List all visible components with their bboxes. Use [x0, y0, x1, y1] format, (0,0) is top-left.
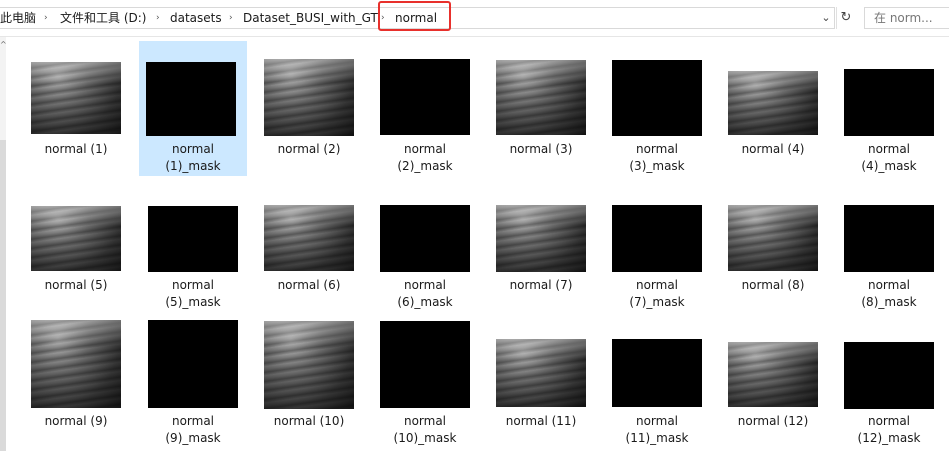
mask-thumbnail[interactable] — [612, 205, 702, 272]
file-name[interactable]: normal — [139, 141, 247, 158]
file-name[interactable]: normal (2) — [255, 141, 363, 158]
file-name[interactable]: normal — [371, 413, 479, 430]
ultrasound-thumbnail[interactable] — [264, 59, 354, 136]
file-name[interactable]: normal (12) — [719, 413, 827, 430]
file-name[interactable]: normal — [835, 141, 943, 158]
mask-thumbnail[interactable] — [380, 321, 470, 408]
file-name-line2[interactable]: (4)_mask — [835, 158, 943, 175]
breadcrumb-separator[interactable]: › — [44, 8, 48, 28]
file-name[interactable]: normal — [603, 141, 711, 158]
file-name[interactable]: normal (1) — [22, 141, 130, 158]
mask-thumbnail[interactable] — [380, 59, 470, 135]
chevron-up-icon[interactable]: ^ — [0, 40, 7, 49]
file-name[interactable]: normal — [139, 413, 247, 430]
file-name[interactable]: normal (9) — [22, 413, 130, 430]
file-name[interactable]: normal — [371, 141, 479, 158]
file-name-line2[interactable]: (6)_mask — [371, 294, 479, 311]
breadcrumb-this-pc[interactable]: 此电脑 — [0, 8, 36, 28]
file-name-line2[interactable]: (9)_mask — [139, 430, 247, 447]
file-name-line2[interactable]: (2)_mask — [371, 158, 479, 175]
mask-thumbnail[interactable] — [612, 60, 702, 136]
file-name[interactable]: normal — [139, 277, 247, 294]
file-name[interactable]: normal (10) — [255, 413, 363, 430]
file-name[interactable]: normal (6) — [255, 277, 363, 294]
ultrasound-thumbnail[interactable] — [728, 71, 818, 135]
breadcrumb-separator[interactable]: › — [229, 8, 233, 28]
current-folder-highlight — [378, 1, 451, 31]
file-name-line2[interactable]: (11)_mask — [603, 430, 711, 447]
refresh-icon[interactable]: ↻ — [836, 7, 855, 29]
file-name[interactable]: normal — [835, 277, 943, 294]
file-name-line2[interactable]: (1)_mask — [139, 158, 247, 175]
file-name[interactable]: normal (8) — [719, 277, 827, 294]
file-name[interactable]: normal — [603, 277, 711, 294]
ultrasound-thumbnail[interactable] — [496, 60, 586, 135]
ultrasound-thumbnail[interactable] — [31, 62, 121, 134]
search-input[interactable]: 在 norm... — [864, 7, 949, 29]
breadcrumb-datasets[interactable]: datasets — [170, 8, 222, 28]
mask-thumbnail[interactable] — [380, 205, 470, 272]
mask-thumbnail[interactable] — [146, 62, 236, 136]
file-name[interactable]: normal (11) — [487, 413, 595, 430]
file-name[interactable]: normal — [603, 413, 711, 430]
mask-thumbnail[interactable] — [148, 320, 238, 408]
ultrasound-thumbnail[interactable] — [728, 205, 818, 271]
ultrasound-thumbnail[interactable] — [496, 339, 586, 407]
breadcrumb-separator[interactable]: › — [156, 8, 160, 28]
breadcrumb-drive[interactable]: 文件和工具 (D:) — [60, 8, 146, 28]
scrollbar-thumb[interactable] — [0, 140, 6, 451]
file-name[interactable]: normal (7) — [487, 277, 595, 294]
chevron-down-icon[interactable]: ⌄ — [818, 7, 834, 29]
ultrasound-thumbnail[interactable] — [264, 321, 354, 409]
file-name[interactable]: normal (5) — [22, 277, 130, 294]
mask-thumbnail[interactable] — [844, 69, 934, 136]
address-bar: 此电脑 › 文件和工具 (D:) › datasets › Dataset_BU… — [0, 0, 949, 37]
file-name-line2[interactable]: (10)_mask — [371, 430, 479, 447]
ultrasound-thumbnail[interactable] — [728, 342, 818, 407]
file-name-line2[interactable]: (12)_mask — [835, 430, 943, 447]
file-name-line2[interactable]: (5)_mask — [139, 294, 247, 311]
breadcrumb-dataset-busi[interactable]: Dataset_BUSI_with_GT — [243, 8, 378, 28]
mask-thumbnail[interactable] — [844, 205, 934, 272]
ultrasound-thumbnail[interactable] — [496, 205, 586, 272]
ultrasound-thumbnail[interactable] — [31, 206, 121, 271]
file-name[interactable]: normal — [371, 277, 479, 294]
ultrasound-thumbnail[interactable] — [264, 205, 354, 271]
ultrasound-thumbnail[interactable] — [31, 320, 121, 408]
file-name[interactable]: normal (4) — [719, 141, 827, 158]
file-name[interactable]: normal — [835, 413, 943, 430]
mask-thumbnail[interactable] — [612, 339, 702, 407]
file-name-line2[interactable]: (8)_mask — [835, 294, 943, 311]
mask-thumbnail[interactable] — [844, 342, 934, 409]
file-name-line2[interactable]: (3)_mask — [603, 158, 711, 175]
file-name-line2[interactable]: (7)_mask — [603, 294, 711, 311]
file-name[interactable]: normal (3) — [487, 141, 595, 158]
mask-thumbnail[interactable] — [148, 206, 238, 272]
